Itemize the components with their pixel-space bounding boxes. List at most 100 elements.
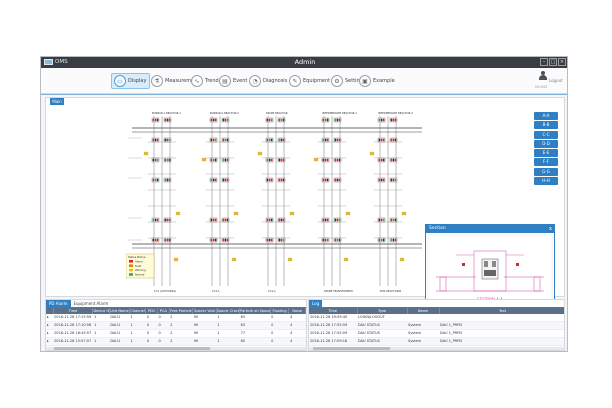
alarm-column-header[interactable]: Free Particle <box>169 308 194 314</box>
status-indicator <box>282 178 285 182</box>
alarm-cell: 1 <box>129 329 146 338</box>
status-indicator <box>224 218 227 222</box>
status-indicator <box>380 178 383 182</box>
section-close-icon[interactable]: x <box>549 225 552 233</box>
status-indicator <box>278 218 281 222</box>
status-indicator <box>268 238 271 242</box>
status-indicator <box>334 178 337 182</box>
status-indicator <box>226 218 229 222</box>
status-indicator <box>210 118 213 122</box>
logout-link[interactable]: Logout <box>549 78 563 83</box>
sensor-tag <box>173 257 179 262</box>
status-indicator <box>154 238 157 242</box>
log-tab-0[interactable]: Log <box>309 300 323 307</box>
alarm-table-row[interactable]: ▸ 2016-11-28 17:10:56 1 DAU1 1 0 0 2 90 1 83 0 4 <box>46 321 306 330</box>
status-indicator <box>214 218 217 222</box>
status-indicator <box>278 118 281 122</box>
app-window: OMS Admin – □ × ▭ Display ⚗ Measurement ∿ Tre… <box>40 56 568 352</box>
alarm-panel: PD Alarm Equipment Alarm Time Device ID Uni… <box>45 299 307 351</box>
title-bar: OMS Admin – □ × <box>41 57 567 68</box>
status-indicator <box>280 158 283 162</box>
section-title: Section <box>429 226 446 231</box>
alarm-cell: 0 <box>145 321 158 330</box>
toolbar-display-button[interactable]: ▭ Display <box>111 73 151 89</box>
minimize-icon[interactable]: – <box>540 58 548 66</box>
log-table-row[interactable]: 2016-11-28 17:55:09 DAU STATUS System DAU 1… <box>309 329 564 338</box>
status-indicator <box>214 178 217 182</box>
status-indicator <box>212 158 215 162</box>
alarm-cell: 0 <box>157 329 170 338</box>
log-cell: DAU STATUS <box>357 329 407 338</box>
alarm-cell: ▸ <box>46 337 54 346</box>
alarm-scrollbar[interactable] <box>46 347 306 350</box>
alarm-column-header[interactable]: Spacer Crack <box>216 308 241 314</box>
status-indicator <box>336 138 339 142</box>
toolbar-equipment-button[interactable]: ✎ Equipment <box>289 73 330 89</box>
alarm-cell: 2 <box>169 337 193 346</box>
zone-button-f-f[interactable]: F-F <box>534 158 558 167</box>
zone-button-e-e[interactable]: E-E <box>534 149 558 158</box>
status-indicator <box>334 158 337 162</box>
sensor-tag <box>345 211 351 216</box>
toolbar-example-button[interactable]: ▣ Example <box>359 73 395 89</box>
zone-button-d-d[interactable]: D-D <box>534 139 558 148</box>
status-indicator <box>168 238 171 242</box>
zone-button-a-a[interactable]: A-A <box>534 112 558 120</box>
alarm-cell: 1 <box>129 337 146 346</box>
log-scrollbar[interactable] <box>309 347 564 350</box>
status-indicator <box>222 238 225 242</box>
status-indicator <box>326 158 329 162</box>
toolbar-diagnosis-button[interactable]: ◔ Diagnosis <box>249 73 287 89</box>
status-indicator <box>224 178 227 182</box>
status-indicator <box>324 218 327 222</box>
alarm-table: Time Device ID Unit Name Channel PDC PCA Free … <box>46 308 306 346</box>
bay-label-bottom: BUS REACTOR-B <box>380 289 401 293</box>
sensor-tag <box>287 257 293 262</box>
zone-button-c-c[interactable]: C-C <box>534 130 558 139</box>
zone-button-g-g[interactable]: G-G <box>534 167 558 176</box>
alarm-cell: 0 <box>157 321 170 330</box>
toolbar-trend-button[interactable]: ∿ Trend <box>191 73 219 89</box>
zone-button-b-b[interactable]: B-B <box>534 121 558 130</box>
status-indicator <box>282 158 285 162</box>
status-indicator <box>222 118 225 122</box>
status-indicator <box>154 218 157 222</box>
status-indicator <box>378 238 381 242</box>
log-table-row[interactable]: 2016-11-28 17:09:18 DAU STATUS System DAU 1… <box>309 337 564 346</box>
log-table-row[interactable]: 2016-11-28 19:59:40 LOGIN/LOGOUT <box>309 314 564 322</box>
alarm-table-row[interactable]: ▸ 2016-11-28 16:45:57 1 DAU1 1 0 0 2 90 1 77 0 4 <box>46 329 306 338</box>
alarm-tab-0[interactable]: PD Alarm <box>46 300 71 307</box>
user-block[interactable]: Logout MUUSE <box>529 70 563 92</box>
status-indicator <box>278 178 281 182</box>
status-indicator <box>168 178 171 182</box>
alarm-table-row[interactable]: ▸ 2016-11-28 15:57:57 1 DAU1 1 0 0 2 90 1 85 0 4 <box>46 337 306 346</box>
example-icon: ▣ <box>359 75 371 87</box>
status-indicator <box>156 138 159 142</box>
toolbar-display-label: Display <box>128 78 147 84</box>
status-indicator <box>324 138 327 142</box>
zone-button-h-h[interactable]: H-H <box>534 177 558 186</box>
status-indicator <box>156 178 159 182</box>
log-cell: DAU STATUS <box>357 337 407 346</box>
close-icon[interactable]: × <box>558 58 566 66</box>
alarm-table-row[interactable]: ▸ 2016-11-28 17:15:59 1 DAU1 1 0 0 2 90 1 83 0 4 <box>46 314 306 322</box>
log-table: Time Type Name Text 2016-11-28 19:59:40 LOGI… <box>309 308 564 346</box>
toolbar-divider <box>41 94 567 95</box>
log-table-row[interactable]: 2016-11-28 17:55:59 DAU STATUS System DAU 1… <box>309 321 564 330</box>
single-line-diagram[interactable]: BUSBAR-1 REACTOR-1 BUSBAR-2 REACTOR-2 SPAR… <box>126 108 426 296</box>
status-indicator <box>156 118 159 122</box>
status-indicator <box>268 118 271 122</box>
toolbar-event-button[interactable]: ▤ Event <box>219 73 247 89</box>
tab-main[interactable]: Main <box>50 98 64 105</box>
status-indicator <box>166 158 169 162</box>
zone-selector: A-A B-B C-C D-D E-E F-F G-G H-H <box>534 112 558 186</box>
sensor-tag <box>231 257 237 262</box>
status-indicator <box>152 138 155 142</box>
status-indicator <box>380 118 383 122</box>
maximize-icon[interactable]: □ <box>549 58 557 66</box>
alarm-tab-1[interactable]: Equipment Alarm <box>71 300 112 307</box>
status-indicator <box>270 158 273 162</box>
status-indicator <box>266 238 269 242</box>
status-indicator <box>166 118 169 122</box>
status-indicator <box>226 138 229 142</box>
